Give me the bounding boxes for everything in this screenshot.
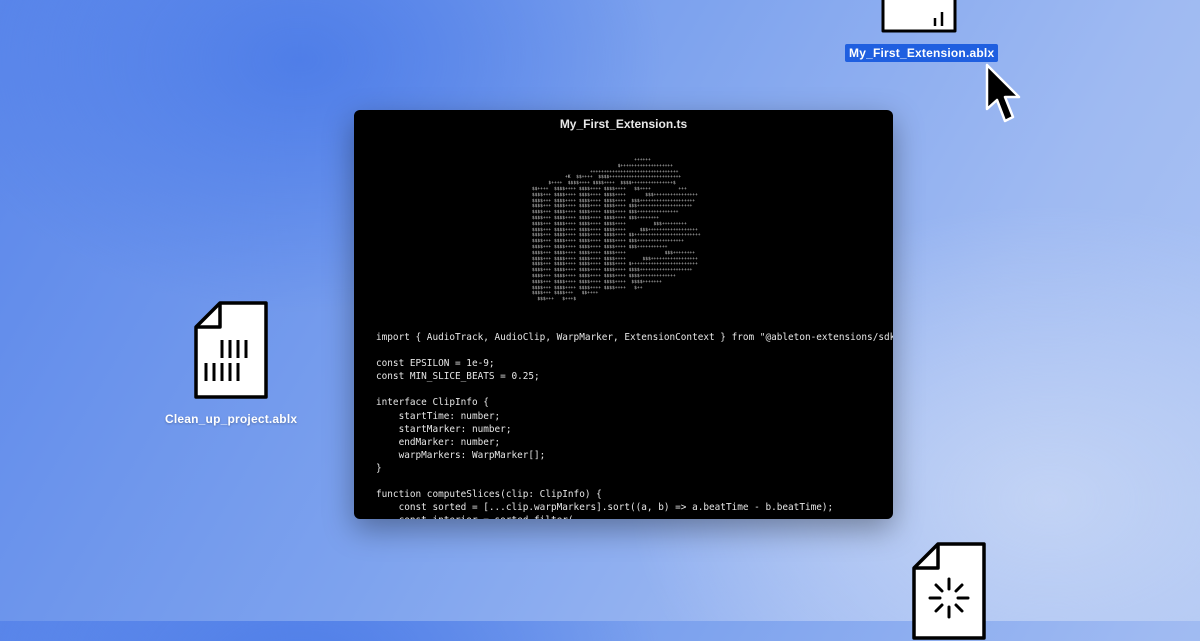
file-label-my-first-extension[interactable]: My_First_Extension.ablx: [845, 44, 999, 62]
desktop-file-clean-up-project[interactable]: [192, 300, 270, 400]
file-burst-icon: [912, 542, 986, 640]
window-title: My_First_Extension.ts: [559, 117, 688, 131]
desktop-file-my-first-extension[interactable]: [880, 0, 958, 34]
file-barcode-icon: [194, 301, 268, 399]
desktop-file-burst[interactable]: [910, 541, 988, 641]
file-label-clean-up-project[interactable]: Clean_up_project.ablx: [165, 412, 297, 426]
file-icon: [881, 0, 957, 33]
mouse-pointer-icon: [985, 63, 1021, 123]
code-editor-window[interactable]: My_First_Extension.ts: [354, 110, 893, 519]
